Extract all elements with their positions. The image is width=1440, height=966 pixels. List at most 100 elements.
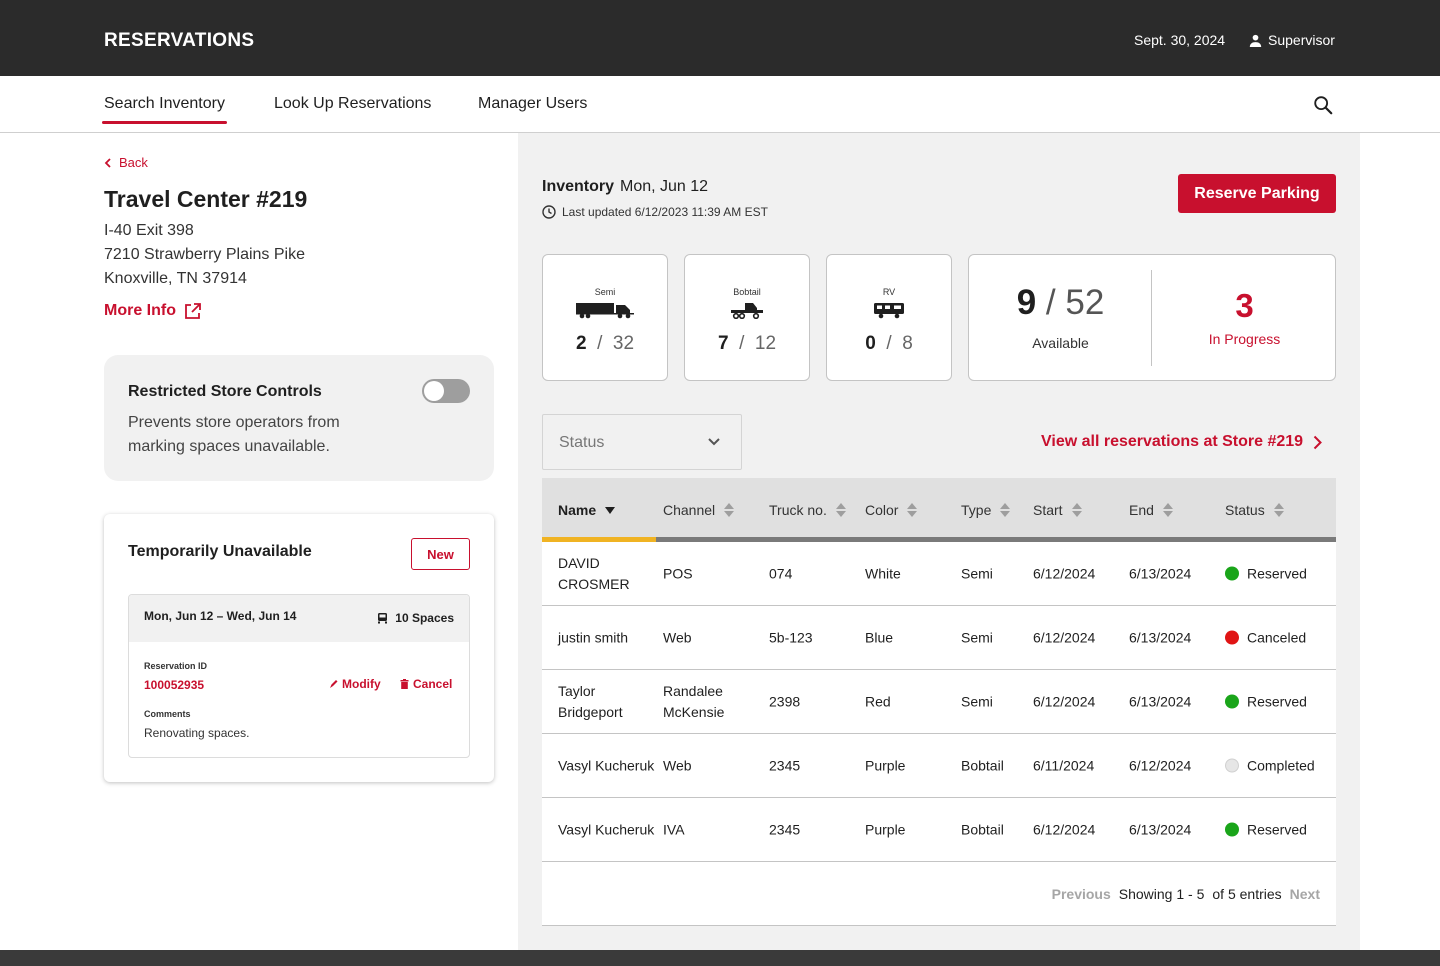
column-header-channel[interactable]: Channel	[663, 502, 735, 518]
parking-space-icon	[378, 613, 388, 624]
reserve-parking-button[interactable]: Reserve Parking	[1178, 174, 1336, 213]
cell-start: 6/11/2024	[1033, 757, 1095, 773]
rv-count: 0 / 8	[865, 333, 913, 354]
bobtail-used: 7	[717, 333, 729, 354]
column-label: Name	[558, 502, 597, 518]
available-count: 9 / 52	[1016, 283, 1105, 322]
view-all-reservations-link[interactable]: View all reservations at Store #219	[1041, 433, 1322, 451]
store-title: Travel Center #219	[104, 186, 308, 212]
cancel-button[interactable]: Cancel	[400, 677, 452, 691]
comments-label: Comments	[144, 709, 191, 719]
chevron-left-icon	[104, 157, 111, 168]
pencil-icon	[330, 680, 338, 688]
column-label: Color	[865, 502, 899, 518]
column-header-status[interactable]: Status	[1225, 502, 1284, 518]
status-dot	[1225, 630, 1239, 645]
cell-channel: Web	[663, 629, 692, 645]
status-dot	[1225, 758, 1239, 773]
inventory-label: Inventory	[542, 178, 615, 195]
cell-type: Bobtail	[961, 757, 1004, 773]
column-label: Truck no.	[769, 502, 827, 518]
reservation-id-link[interactable]: 100052935	[144, 678, 204, 692]
address-line-3: Knoxville, TN 37914	[104, 270, 247, 287]
last-updated: Last updated 6/12/2023 11:39 AM EST	[542, 205, 768, 219]
column-header-color[interactable]: Color	[865, 502, 918, 518]
cell-type: Semi	[961, 565, 993, 581]
cell-truck: 5b-123	[769, 629, 813, 645]
table-row[interactable]: justin smith Web 5b-123 Blue Semi 6/12/2…	[542, 606, 1336, 670]
cell-start: 6/12/2024	[1033, 693, 1096, 709]
address-line-2: 7210 Strawberry Plains Pike	[104, 246, 305, 263]
cell-color: White	[865, 565, 901, 581]
bobtail-inventory-card: Bobtail 7 / 12	[684, 254, 810, 381]
spaces-count: 10 Spaces	[395, 611, 454, 625]
cell-truck: 2345	[769, 757, 801, 773]
pagination: Previous Showing 1 - 5 of 5 entries Next	[1052, 886, 1320, 902]
back-link[interactable]: Back	[104, 155, 148, 170]
sort-desc-icon	[605, 506, 616, 514]
unavailable-title: Temporarily Unavailable	[128, 543, 312, 560]
status-text: Reserved	[1247, 693, 1307, 709]
next-page-button[interactable]: Next	[1290, 886, 1320, 902]
cell-end: 6/13/2024	[1129, 565, 1192, 581]
bottom-bar	[0, 950, 1440, 966]
cell-color: Purple	[865, 757, 906, 773]
status-text: Reserved	[1247, 565, 1307, 581]
status-text: Completed	[1247, 757, 1315, 773]
column-label: Start	[1033, 502, 1063, 518]
cell-type: Semi	[961, 693, 993, 709]
unavailable-card: Mon, Jun 12 – Wed, Jun 14 10 Spaces Rese…	[128, 594, 470, 758]
column-label: Channel	[663, 502, 716, 518]
toggle-knob	[424, 381, 444, 401]
column-header-type[interactable]: Type	[961, 502, 1011, 518]
view-all-label: View all reservations at Store #219	[1041, 433, 1304, 450]
table-row[interactable]: Vasyl Kucheruk Web 2345 Purple Bobtail 6…	[542, 734, 1336, 798]
main-nav: Search Inventory Look Up Reservations Ma…	[0, 76, 1440, 133]
tab-manager-users[interactable]: Manager Users	[478, 95, 587, 113]
bobtail-truck-icon	[731, 303, 763, 319]
table-row[interactable]: Vasyl Kucheruk IVA 2345 Purple Bobtail 6…	[542, 798, 1336, 862]
tab-search-inventory[interactable]: Search Inventory	[102, 95, 227, 124]
status-text: Canceled	[1247, 629, 1307, 645]
unavailable-spaces: 10 Spaces	[377, 611, 454, 625]
sort-icon	[724, 503, 735, 517]
chevron-down-icon	[708, 438, 720, 446]
table-row[interactable]: DAVID CROSMER POS 074 White Semi 6/12/20…	[542, 542, 1336, 606]
app-title: RESERVATIONS	[104, 30, 255, 51]
table-row[interactable]: Taylor Bridgeport Randalee McKensie 2398…	[542, 670, 1336, 734]
inventory-date: Mon, Jun 12	[620, 178, 709, 195]
more-info-link[interactable]: More Info	[104, 302, 201, 320]
external-link-icon	[185, 302, 201, 319]
cell-start: 6/12/2024	[1033, 821, 1096, 837]
user-menu[interactable]: Supervisor	[1249, 32, 1335, 48]
available-label: Available	[1032, 335, 1089, 351]
status-dot	[1225, 566, 1239, 581]
modify-button[interactable]: Modify	[329, 677, 381, 691]
rv-icon	[874, 303, 904, 319]
status-text: Reserved	[1247, 821, 1307, 837]
restricted-toggle[interactable]	[422, 379, 470, 403]
reservation-id-label: Reservation ID	[144, 661, 208, 671]
cell-end: 6/13/2024	[1129, 821, 1192, 837]
cell-truck: 2345	[769, 821, 801, 837]
cell-end: 6/13/2024	[1129, 693, 1192, 709]
previous-page-button[interactable]: Previous	[1052, 886, 1111, 902]
restricted-description: Prevents store operators from marking sp…	[128, 414, 340, 455]
cell-color: Red	[865, 693, 891, 709]
in-progress-label[interactable]: In Progress	[1152, 331, 1337, 347]
new-unavailable-button[interactable]: New	[411, 538, 470, 570]
cell-name: DAVID CROSMER	[558, 554, 630, 592]
table-body: DAVID CROSMER POS 074 White Semi 6/12/20…	[542, 542, 1336, 862]
cell-type: Bobtail	[961, 821, 1004, 837]
inventory-panel: Inventory Mon, Jun 12 Last updated 6/12/2…	[518, 133, 1360, 950]
top-bar: RESERVATIONS Sept. 30, 2024 Supervisor	[0, 0, 1440, 76]
status-filter-dropdown[interactable]: Status	[542, 414, 742, 470]
bobtail-count: 7 / 12	[717, 333, 777, 354]
search-icon[interactable]	[1312, 94, 1334, 116]
total-entries: of 5 entries	[1212, 886, 1282, 902]
column-header-end[interactable]: End	[1129, 502, 1173, 518]
column-header-start[interactable]: Start	[1033, 502, 1082, 518]
column-header-name[interactable]: Name	[558, 502, 616, 518]
tab-look-up-reservations[interactable]: Look Up Reservations	[274, 95, 431, 113]
column-header-truck[interactable]: Truck no.	[769, 502, 846, 518]
